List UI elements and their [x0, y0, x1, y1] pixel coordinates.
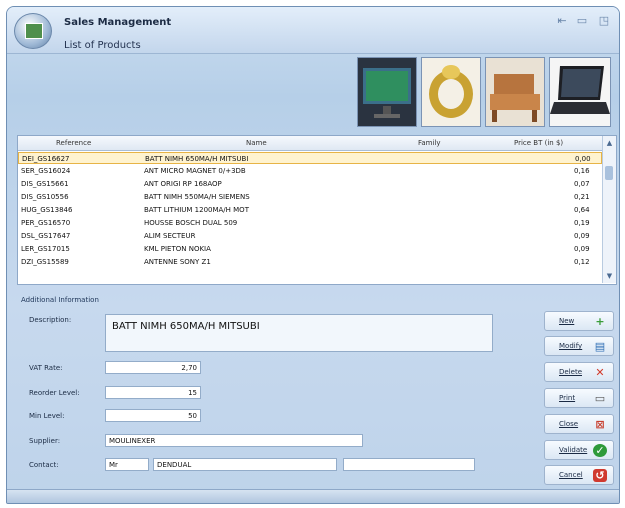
restore-icon[interactable]: ⇤: [555, 15, 569, 26]
description-label: Description:: [29, 316, 72, 324]
maximize-icon[interactable]: ◳: [597, 15, 611, 26]
laptop-thumbnail[interactable]: [549, 57, 611, 127]
scroll-up-icon[interactable]: ▲: [603, 139, 616, 147]
cancel-icon: ↺: [593, 469, 607, 482]
table-row[interactable]: PER_GS16570 HOUSSE BOSCH DUAL 509 0,19: [18, 217, 602, 229]
save-icon: ▤: [594, 340, 606, 353]
contact-name-field[interactable]: DENDUAL: [153, 458, 337, 471]
table-row[interactable]: DIS_GS15661 ANT ORIGI RP 168AOP 0,07: [18, 178, 602, 190]
column-price[interactable]: Price BT (in $): [514, 139, 563, 147]
min-level-field[interactable]: 50: [105, 409, 201, 422]
reorder-label: Reorder Level:: [29, 389, 80, 397]
additional-info-label: Additional Information: [21, 296, 99, 304]
reorder-field[interactable]: 15: [105, 386, 201, 399]
close-door-icon: ⊠: [595, 418, 605, 431]
vat-field[interactable]: 2,70: [105, 361, 201, 374]
plus-icon: +: [595, 315, 605, 328]
scrollbar-thumb[interactable]: [605, 166, 613, 180]
close-button[interactable]: Close ⊠: [544, 414, 614, 434]
contact-label: Contact:: [29, 461, 59, 469]
armchair-thumbnail[interactable]: [485, 57, 545, 127]
table-scrollbar[interactable]: ▲ ▼: [602, 136, 616, 283]
cancel-button[interactable]: Cancel ↺: [544, 465, 614, 485]
monitor-thumbnail[interactable]: [357, 57, 417, 127]
delete-x-icon: ✕: [595, 366, 605, 379]
minimize-icon[interactable]: ▭: [575, 15, 589, 26]
window-subtitle: List of Products: [64, 40, 141, 51]
window-title: Sales Management: [64, 17, 172, 28]
table-row[interactable]: DZI_GS15589 ANTENNE SONY Z1 0,12: [18, 256, 602, 268]
table-header: Reference Name Family Price BT (in $): [18, 136, 602, 151]
gold-ring-thumbnail[interactable]: [421, 57, 481, 127]
description-field[interactable]: BATT NIMH 650MA/H MITSUBI: [105, 314, 493, 352]
table-row[interactable]: SER_GS16024 ANT MICRO MAGNET 0/+3DB 0,16: [18, 165, 602, 177]
delete-button[interactable]: Delete ✕: [544, 362, 614, 382]
printer-icon: ▭: [594, 392, 606, 405]
table-row[interactable]: DEI_GS16627 BATT NIMH 650MA/H MITSUBI 0,…: [18, 152, 602, 164]
table-row[interactable]: LER_GS17015 KML PIETON NOKIA 0,09: [18, 243, 602, 255]
scroll-down-icon[interactable]: ▼: [603, 272, 616, 280]
supplier-label: Supplier:: [29, 437, 61, 445]
title-bar: Sales Management List of Products ⇤ ▭ ◳: [7, 7, 619, 54]
column-name[interactable]: Name: [246, 139, 267, 147]
table-row[interactable]: HUG_GS13846 BATT LITHIUM 1200MA/H MOT 0,…: [18, 204, 602, 216]
vat-label: VAT Rate:: [29, 364, 63, 372]
contact-extra-field[interactable]: [343, 458, 475, 471]
validate-button[interactable]: Validate ✓: [544, 440, 614, 460]
sales-app-icon: [14, 13, 52, 49]
sales-management-window: Sales Management List of Products ⇤ ▭ ◳: [6, 6, 620, 504]
products-table[interactable]: Reference Name Family Price BT (in $) DE…: [17, 135, 617, 285]
modify-button[interactable]: Modify ▤: [544, 336, 614, 356]
checkmark-icon: ✓: [593, 444, 607, 457]
column-reference[interactable]: Reference: [56, 139, 91, 147]
table-row[interactable]: DSL_GS17647 ALIM SECTEUR 0,09: [18, 230, 602, 242]
min-level-label: Min Level:: [29, 412, 65, 420]
contact-title-field[interactable]: Mr: [105, 458, 149, 471]
table-row[interactable]: DIS_GS10556 BATT NIMH 550MA/H SIEMENS 0,…: [18, 191, 602, 203]
print-button[interactable]: Print ▭: [544, 388, 614, 408]
column-family[interactable]: Family: [418, 139, 441, 147]
status-bar: [7, 489, 619, 503]
new-button[interactable]: New +: [544, 311, 614, 331]
supplier-field[interactable]: MOULINEXER: [105, 434, 363, 447]
